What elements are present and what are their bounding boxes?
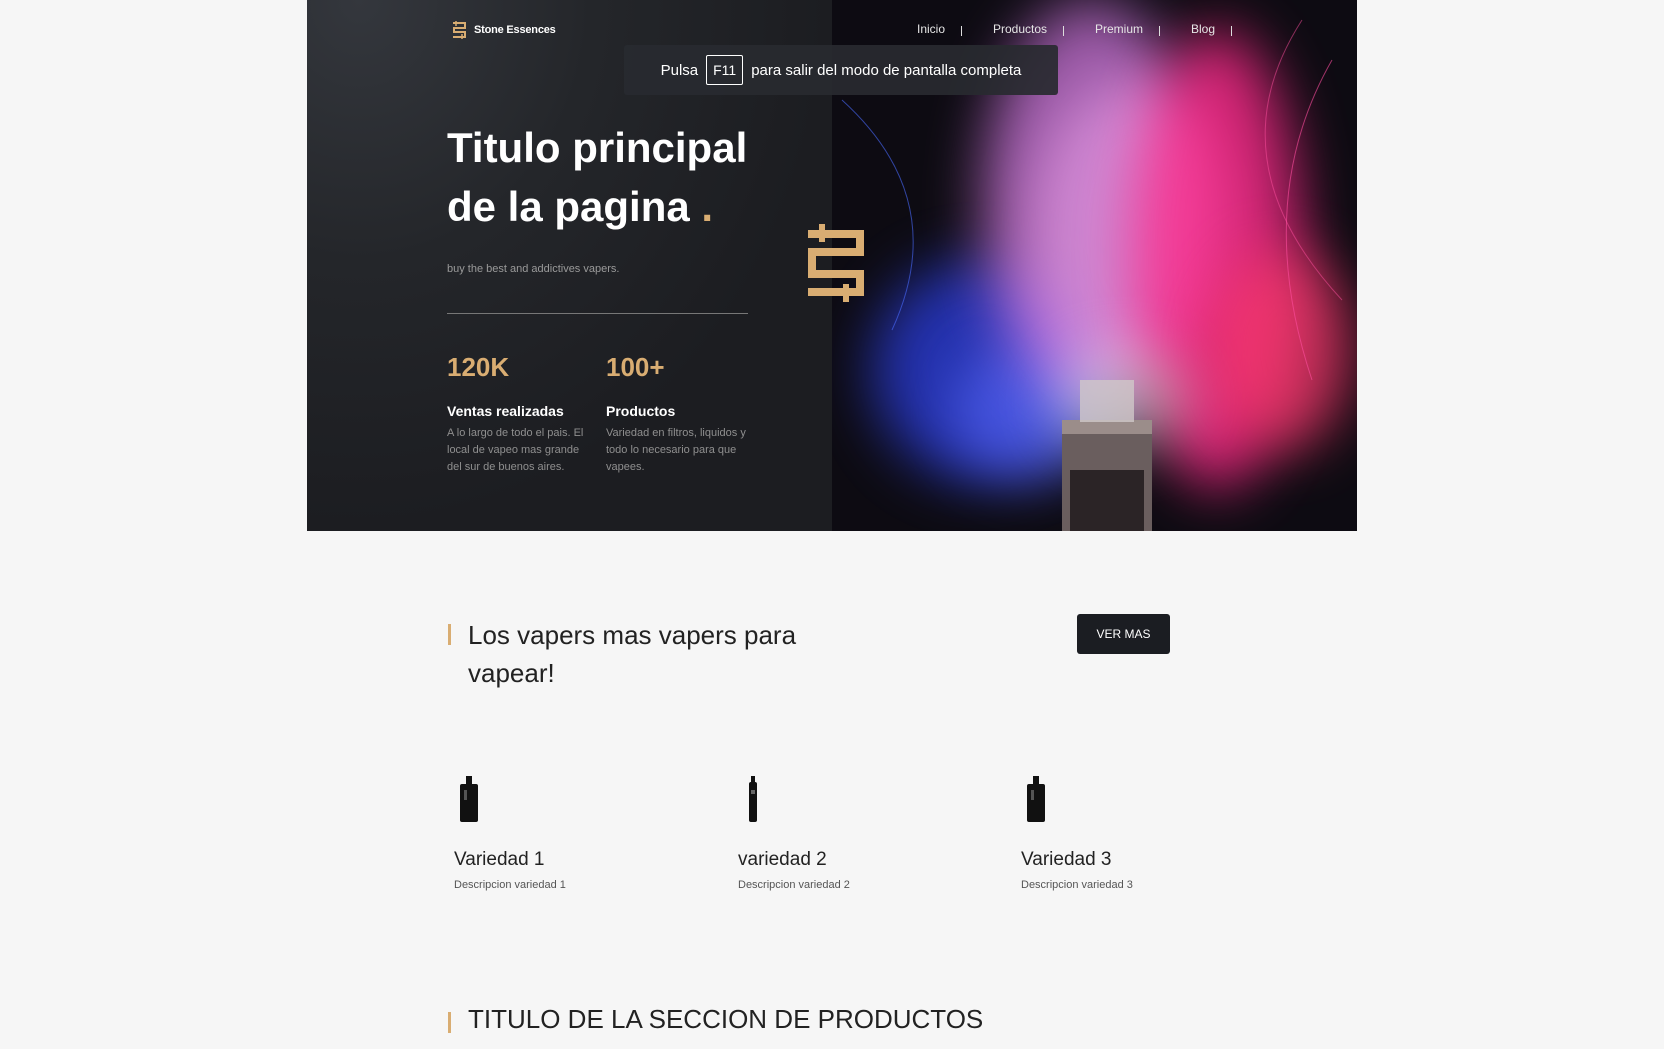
- nav-separator: [1063, 26, 1064, 36]
- section-accent-bar: [448, 1012, 451, 1033]
- stat-description: A lo largo de todo el pais. El local de …: [447, 427, 584, 473]
- f11-key: F11: [706, 55, 744, 85]
- main-nav: Inicio Productos Premium Blog: [307, 22, 1357, 42]
- card-title: variedad 2: [738, 849, 827, 870]
- card-description: Descripcion variedad 3: [1021, 879, 1133, 891]
- stat-ventas: 120K Ventas realizadas A lo largo de tod…: [447, 352, 587, 476]
- vape-box-icon: [1027, 776, 1045, 822]
- hero-title-dot: .: [701, 183, 714, 230]
- section-accent-bar: [448, 624, 451, 645]
- toast-text-before: Pulsa: [660, 61, 699, 79]
- stat-label: Ventas realizadas: [447, 403, 564, 419]
- card-description: Descripcion variedad 2: [738, 879, 850, 891]
- card-description: Descripcion variedad 1: [454, 879, 566, 891]
- product-card[interactable]: Variedad 3 Descripcion variedad 3: [1021, 770, 1241, 891]
- nav-separator: [1159, 26, 1160, 36]
- product-card[interactable]: Variedad 1 Descripcion variedad 1: [454, 770, 674, 891]
- card-title: Variedad 3: [1021, 849, 1112, 870]
- stat-value: 100+: [606, 352, 665, 382]
- card-title: Variedad 1: [454, 849, 545, 870]
- hero-subtitle: buy the best and addictives vapers.: [447, 263, 620, 275]
- hero-title: Titulo principal de la pagina .: [447, 118, 867, 236]
- ver-mas-button[interactable]: VER MAS: [1077, 614, 1170, 654]
- nav-item-inicio[interactable]: Inicio: [917, 22, 945, 36]
- vape-pen-icon: [749, 776, 757, 822]
- stat-productos: 100+ Productos Variedad en filtros, liqu…: [606, 352, 746, 476]
- hero-title-line2: de la pagina: [447, 183, 690, 230]
- nav-separator: [1231, 26, 1232, 36]
- vape-box-icon: [460, 776, 478, 822]
- hero-brand-mark-icon: [808, 224, 864, 302]
- section-title: Los vapers mas vapers para vapear!: [468, 620, 797, 688]
- toast-text-after: para salir del modo de pantalla completa: [751, 61, 1022, 79]
- nav-item-premium[interactable]: Premium: [1095, 22, 1143, 36]
- nav-item-blog[interactable]: Blog: [1191, 22, 1215, 36]
- nav-item-productos[interactable]: Productos: [993, 22, 1047, 36]
- products-section-title: TITULO DE LA SECCION DE PRODUCTOS: [468, 1004, 984, 1034]
- product-card[interactable]: variedad 2 Descripcion variedad 2: [738, 770, 958, 891]
- fullscreen-notice: Pulsa F11 para salir del modo de pantall…: [624, 45, 1058, 95]
- stat-description: Variedad en filtros, liquidos y todo lo …: [606, 427, 746, 473]
- stat-label: Productos: [606, 403, 676, 419]
- hero-divider: [447, 313, 748, 314]
- stat-value: 120K: [447, 352, 510, 382]
- nav-separator: [961, 26, 962, 36]
- hero-title-line1: Titulo principal: [447, 124, 748, 171]
